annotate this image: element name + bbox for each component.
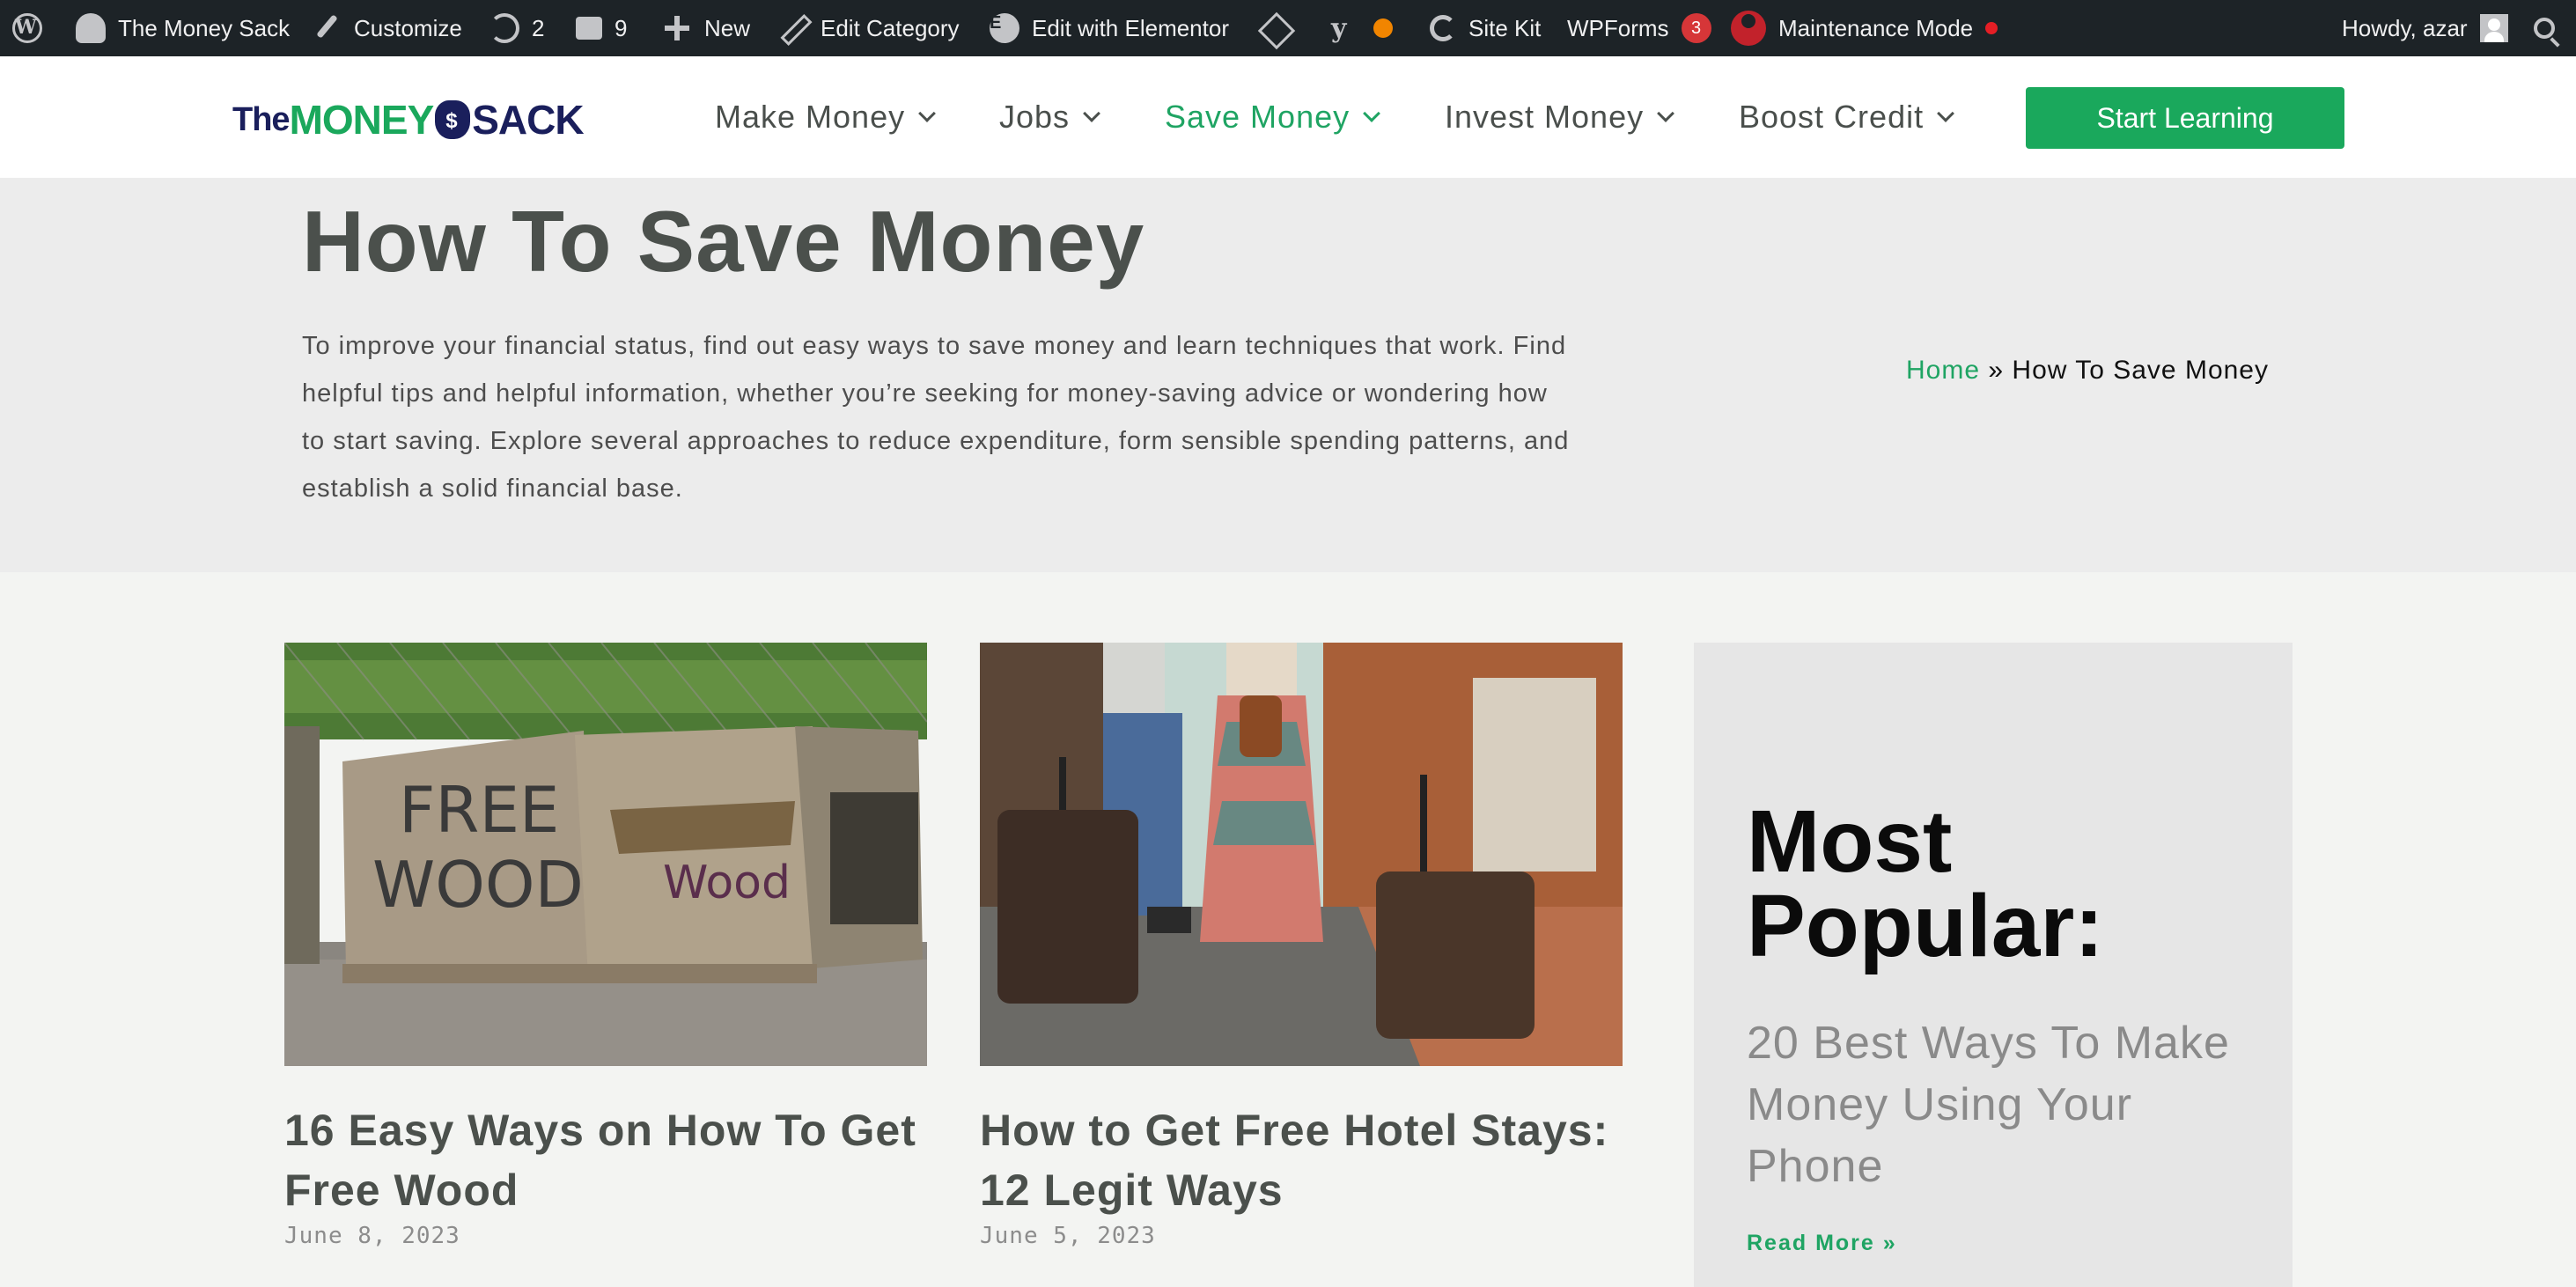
- nav-jobs[interactable]: Jobs: [999, 56, 1100, 178]
- elementor-icon: E: [990, 13, 1019, 43]
- nav-make-money[interactable]: Make Money: [715, 56, 936, 178]
- new-label: New: [704, 14, 751, 41]
- logo-the: The: [232, 100, 291, 138]
- wordpress-logo-icon: W: [12, 13, 42, 43]
- admin-bar-maintenance-mode[interactable]: Maintenance Mode: [1731, 0, 1998, 56]
- wordpress-menu[interactable]: W: [12, 0, 42, 56]
- search-icon: [2534, 18, 2555, 39]
- comments-count: 9: [615, 14, 628, 41]
- most-popular-heading: Most Popular:: [1747, 792, 2104, 975]
- sitekit-label: Site Kit: [1468, 14, 1542, 41]
- site-header: The MONEY SACK Make Money Jobs Save Mone…: [0, 56, 2576, 178]
- wpforms-count-badge: 3: [1681, 13, 1711, 43]
- admin-bar-elementor[interactable]: E Edit with Elementor: [990, 0, 1229, 56]
- nav-save-money[interactable]: Save Money: [1165, 56, 1381, 178]
- admin-bar-comments[interactable]: 9: [576, 0, 627, 56]
- wpforms-label: WPForms: [1567, 14, 1669, 41]
- free-wood-image: FREE WOOD Wood: [284, 643, 927, 1066]
- maintenance-status-dot-icon: [1985, 22, 1998, 34]
- post-date: June 5, 2023: [980, 1223, 1156, 1249]
- breadcrumb-separator: »: [1988, 356, 2005, 385]
- most-popular-sidebar: Most Popular: 20 Best Ways To Make Money…: [1694, 643, 2293, 1287]
- howdy-label: Howdy, azar: [2342, 14, 2468, 41]
- image-graffiti-text: FREE: [399, 773, 559, 847]
- chevron-down-icon: [1083, 105, 1100, 122]
- admin-bar-updates[interactable]: 2: [489, 0, 544, 56]
- post-thumbnail-hotel-stays[interactable]: [980, 643, 1623, 1066]
- elementor-label: Edit with Elementor: [1032, 14, 1229, 41]
- nav-label: Jobs: [999, 99, 1071, 135]
- admin-bar-diamond-plugin[interactable]: [1259, 0, 1289, 56]
- admin-bar-yoast[interactable]: y: [1331, 0, 1393, 56]
- image-graffiti-text: WOOD: [372, 848, 584, 922]
- popular-article-link[interactable]: 20 Best Ways To Make Money Using Your Ph…: [1747, 1012, 2257, 1197]
- category-hero: How To Save Money To improve your financ…: [0, 178, 2576, 572]
- seo-status-dot-icon: [1373, 18, 1393, 38]
- logo-sack: SACK: [472, 97, 584, 143]
- updates-count: 2: [532, 14, 545, 41]
- avatar: [2479, 14, 2508, 42]
- chevron-down-icon: [1657, 105, 1675, 122]
- read-more-link[interactable]: Read More »: [1747, 1231, 1897, 1256]
- chevron-down-icon: [1937, 105, 1954, 122]
- breadcrumb: Home » How To Save Money: [1906, 356, 2269, 386]
- pencil-icon: [778, 13, 808, 43]
- plus-icon: [662, 13, 692, 43]
- nav-label: Save Money: [1165, 99, 1351, 135]
- nav-label: Boost Credit: [1739, 99, 1925, 135]
- hotel-travelers-image: [980, 643, 1623, 1066]
- nav-invest-money[interactable]: Invest Money: [1445, 56, 1675, 178]
- post-title[interactable]: How to Get Free Hotel Stays: 12 Legit Wa…: [980, 1100, 1631, 1220]
- comment-icon: [576, 17, 602, 40]
- admin-bar-site-kit[interactable]: Site Kit: [1430, 0, 1541, 56]
- nav-label: Invest Money: [1445, 99, 1645, 135]
- admin-bar-site-name[interactable]: The Money Sack: [76, 0, 290, 56]
- site-name-label: The Money Sack: [118, 14, 291, 41]
- breadcrumb-home-link[interactable]: Home: [1906, 356, 1980, 385]
- brush-icon: [312, 13, 342, 43]
- updates-icon: [489, 13, 519, 43]
- admin-bar: W The Money Sack Customize 2 9 New Edit …: [0, 0, 2576, 56]
- logo-money: MONEY: [289, 97, 435, 143]
- category-description: To improve your financial status, find o…: [302, 332, 1570, 503]
- maintenance-icon: [1731, 11, 1766, 46]
- admin-bar-new[interactable]: New: [662, 0, 750, 56]
- edit-category-label: Edit Category: [821, 14, 960, 41]
- admin-bar-customize[interactable]: Customize: [312, 0, 462, 56]
- post-title[interactable]: 16 Easy Ways on How To Get Free Wood: [284, 1100, 936, 1220]
- post-date: June 8, 2023: [284, 1223, 460, 1249]
- page-title: How To Save Money: [302, 193, 1145, 290]
- money-bag-icon: [435, 100, 471, 139]
- admin-bar-account[interactable]: Howdy, azar: [2342, 0, 2508, 56]
- image-graffiti-text: Wood: [663, 857, 791, 909]
- site-logo[interactable]: The MONEY SACK: [232, 93, 585, 146]
- breadcrumb-current: How To Save Money: [2012, 356, 2269, 385]
- yoast-icon: y: [1331, 13, 1347, 44]
- admin-bar-wpforms[interactable]: WPForms 3: [1567, 0, 1711, 56]
- customize-label: Customize: [354, 14, 462, 41]
- nav-boost-credit[interactable]: Boost Credit: [1739, 56, 1954, 178]
- dashboard-icon: [76, 13, 106, 43]
- post-thumbnail-free-wood[interactable]: FREE WOOD Wood: [284, 643, 927, 1066]
- admin-bar-edit-category[interactable]: Edit Category: [778, 0, 960, 56]
- admin-bar-search[interactable]: [2534, 0, 2555, 56]
- chevron-down-icon: [918, 105, 936, 122]
- google-icon: [1430, 15, 1456, 41]
- maintenance-label: Maintenance Mode: [1778, 14, 1974, 41]
- diamond-icon: [1259, 13, 1289, 43]
- start-learning-button[interactable]: Start Learning: [2026, 87, 2344, 149]
- nav-label: Make Money: [715, 99, 906, 135]
- chevron-down-icon: [1363, 105, 1381, 122]
